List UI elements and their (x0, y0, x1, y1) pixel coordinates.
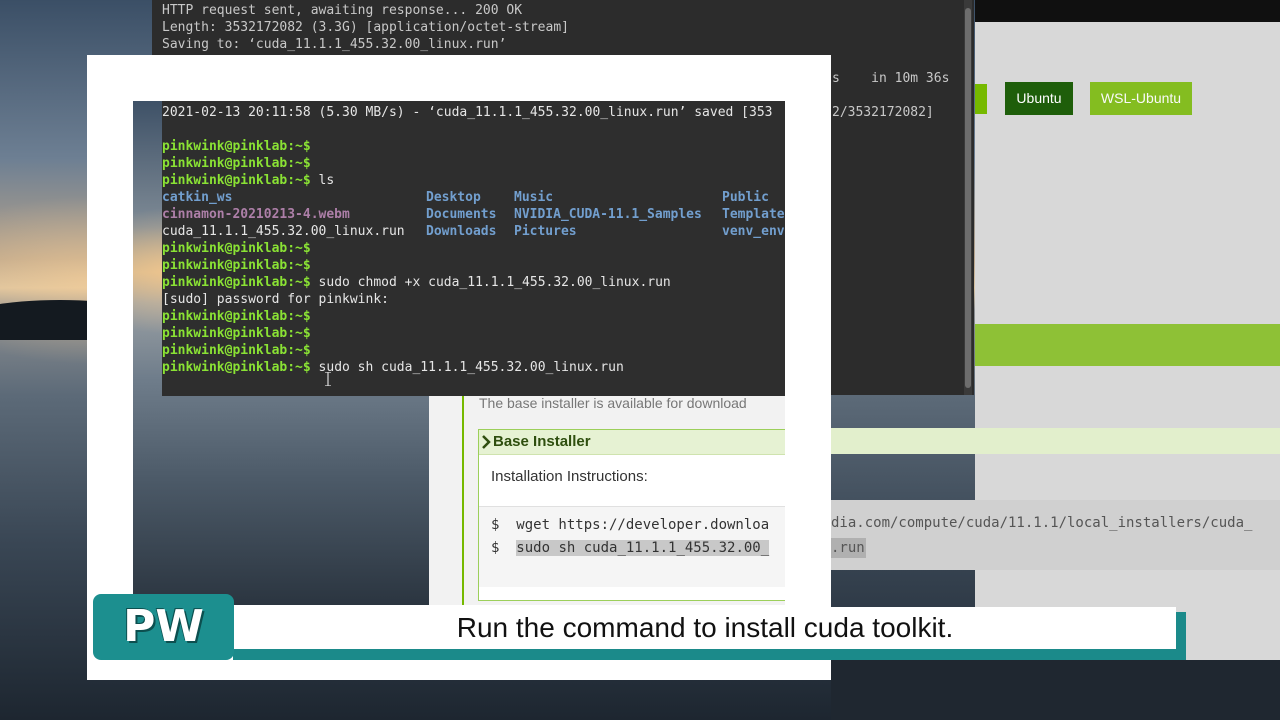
shell-prompt: pinkwink@pinklab:~$ (162, 139, 311, 154)
bg-terminal-eta: s in 10m 36s (832, 71, 950, 86)
shell-prompt: pinkwink@pinklab:~$ (162, 275, 311, 290)
os-button-partial[interactable] (975, 84, 987, 114)
desktop-bottom (831, 660, 1280, 720)
ls-entry: Desktop (426, 190, 481, 205)
bg-terminal-line: Length: 3532172082 (3.3G) [application/o… (162, 20, 569, 35)
terminal-line: pinkwink@pinklab:~$ (162, 240, 311, 257)
terminal-line: pinkwink@pinklab:~$ (162, 325, 311, 342)
terminal-line: pinkwink@pinklab:~$ (162, 342, 311, 359)
bg-code-box (831, 500, 1280, 570)
command-ls: ls (310, 173, 335, 188)
terminal-line: pinkwink@pinklab:~$ (162, 308, 311, 325)
sudo-password-prompt: [sudo] password for pinkwink: (162, 292, 389, 307)
base-installer-panel: Base Installer Installation Instructions… (478, 429, 785, 601)
terminal-window[interactable]: 2021-02-13 20:11:58 (5.30 MB/s) - ‘cuda_… (162, 101, 785, 396)
code-line-wget: $ wget https://developer.downloa (491, 517, 770, 533)
ls-entry: Downloads (426, 224, 497, 239)
shell-prompt: pinkwink@pinklab:~$ (162, 343, 311, 358)
ls-entry: Documents (426, 207, 497, 222)
bg-terminal-progress: 2/3532172082] (832, 105, 934, 120)
ls-entry: venv_env (722, 224, 785, 239)
os-button-ubuntu[interactable]: Ubuntu (1005, 82, 1073, 115)
shell-prompt: pinkwink@pinklab:~$ (162, 173, 311, 188)
ls-entry: Music (514, 190, 554, 205)
video-frame: deos The base installer is available for… (87, 55, 831, 680)
terminal-line: pinkwink@pinklab:~$ ls (162, 172, 334, 189)
ls-entry: NVIDIA_CUDA-11.1_Samples (514, 207, 702, 222)
chevron-right-icon (482, 435, 491, 449)
base-installer-header[interactable]: Base Installer (479, 430, 785, 455)
scrollbar-thumb[interactable] (965, 8, 971, 388)
bg-terminal-line: Saving to: ‘cuda_11.1.1_455.32.00_linux.… (162, 37, 507, 52)
command-sh-install: sudo sh cuda_11.1.1_455.32.00_linux.run (310, 360, 624, 375)
terminal-saved-line: 2021-02-13 20:11:58 (5.30 MB/s) - ‘cuda_… (162, 105, 773, 120)
shell-prompt: pinkwink@pinklab:~$ (162, 309, 311, 324)
terminal-line: pinkwink@pinklab:~$ (162, 155, 311, 172)
terminal-line: pinkwink@pinklab:~$ sudo chmod +x cuda_1… (162, 274, 671, 291)
ls-entry: Public (722, 190, 769, 205)
bg-installer-header (831, 428, 1280, 454)
bg-terminal-scrollbar[interactable] (964, 0, 972, 395)
ls-entry: Template (722, 207, 785, 222)
doc-cut-text: The base installer is available for down… (479, 395, 747, 411)
bg-terminal-line: HTTP request sent, awaiting response... … (162, 3, 523, 18)
installation-instructions-label: Installation Instructions: (491, 468, 648, 485)
shell-prompt: pinkwink@pinklab:~$ (162, 241, 311, 256)
pw-logo-text: PW (123, 601, 204, 652)
caption-text-box: Run the command to install cuda toolkit. (234, 607, 1176, 649)
subtitle-caption: PW Run the command to install cuda toolk… (93, 594, 1186, 660)
terminal-line: pinkwink@pinklab:~$ (162, 138, 311, 155)
command-chmod: sudo chmod +x cuda_11.1.1_455.32.00_linu… (310, 275, 671, 290)
doc-green-rule (462, 391, 464, 605)
cuda-download-page: The base installer is available for down… (429, 391, 785, 605)
bg-url-text: dia.com/compute/cuda/11.1.1/local_instal… (831, 515, 1253, 531)
ls-entry: Pictures (514, 224, 577, 239)
code-highlight: sudo sh cuda_11.1.1_455.32.00_ (516, 540, 770, 556)
browser-top-strip (975, 0, 1280, 22)
os-button-wsl-ubuntu[interactable]: WSL-Ubuntu (1090, 82, 1192, 115)
terminal-line: pinkwink@pinklab:~$ (162, 257, 311, 274)
video-content: deos The base installer is available for… (133, 101, 785, 605)
code-dollar: $ (491, 540, 517, 556)
bg-run-text: .run (831, 538, 866, 558)
code-line-sh: $ sudo sh cuda_11.1.1_455.32.00_ (491, 540, 770, 556)
shell-prompt: pinkwink@pinklab:~$ (162, 258, 311, 273)
text-cursor-icon (325, 372, 331, 386)
ls-entry: cuda_11.1.1_455.32.00_linux.run (162, 224, 405, 239)
shell-prompt: pinkwink@pinklab:~$ (162, 360, 311, 375)
ls-entry: catkin_ws (162, 190, 233, 205)
pw-logo: PW (93, 594, 234, 660)
install-code-box[interactable]: $ wget https://developer.downloa $ sudo … (479, 506, 785, 587)
ls-entry: cinnamon-20210213-4.webm (162, 207, 350, 222)
base-installer-title: Base Installer (493, 433, 591, 450)
shell-prompt: pinkwink@pinklab:~$ (162, 326, 311, 341)
shell-prompt: pinkwink@pinklab:~$ (162, 156, 311, 171)
bg-section-bar (975, 324, 1280, 366)
terminal-current-line[interactable]: pinkwink@pinklab:~$ sudo sh cuda_11.1.1_… (162, 359, 624, 376)
caption-text: Run the command to install cuda toolkit. (456, 612, 954, 643)
